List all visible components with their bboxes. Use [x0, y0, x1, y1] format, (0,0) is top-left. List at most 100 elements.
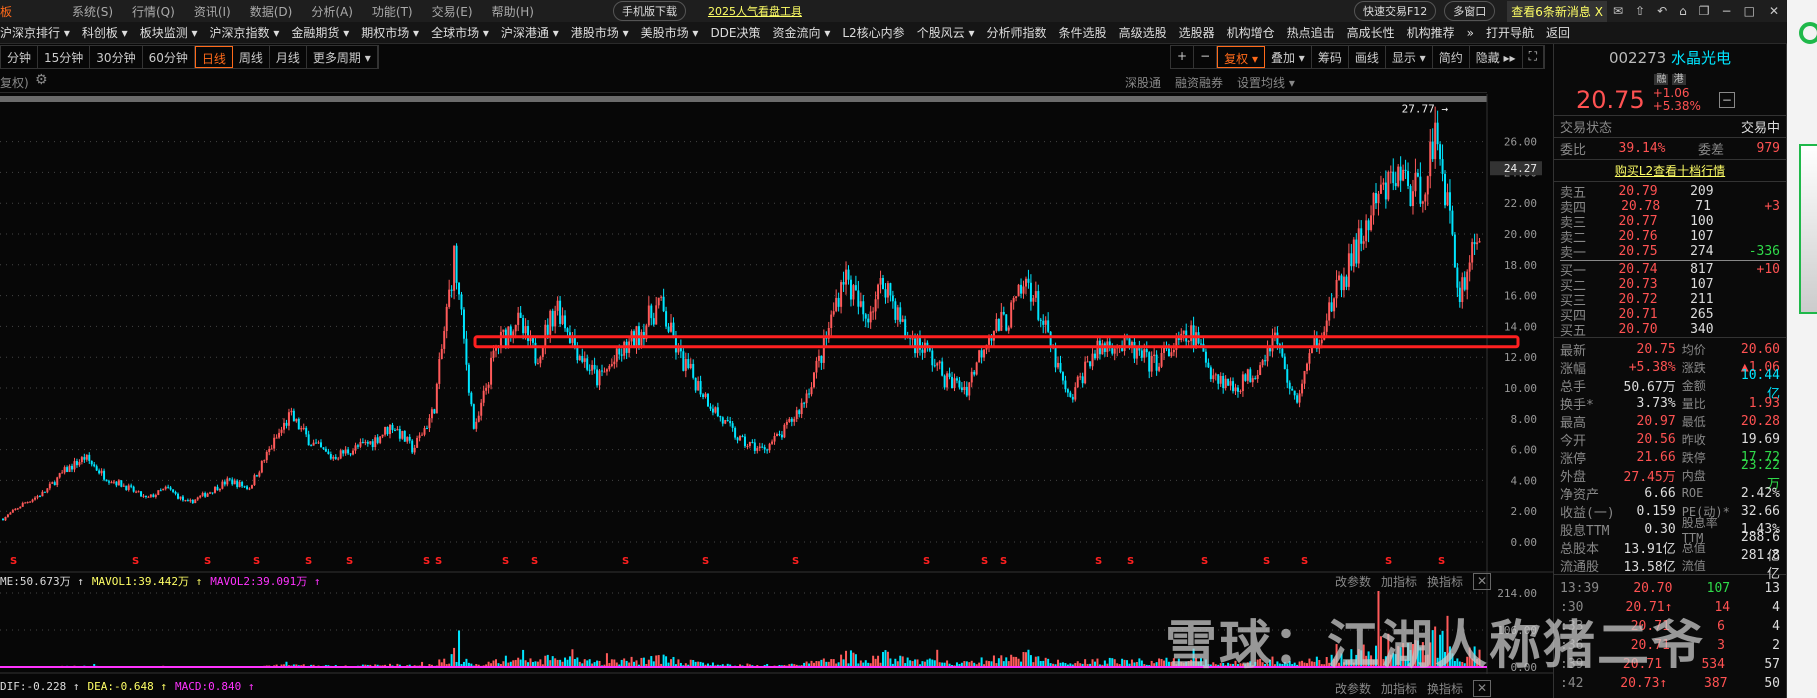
candle	[955, 376, 958, 384]
period-tab[interactable]: 更多周期 ▾	[307, 46, 378, 68]
chart-header-link[interactable]: 深股通	[1125, 74, 1161, 91]
news-notice[interactable]: 查看6条新消息 X	[1507, 0, 1607, 22]
restore-icon[interactable]: ❐	[1699, 4, 1710, 18]
nav-item[interactable]: 全球市场 ▾	[431, 24, 489, 41]
candle	[650, 303, 653, 326]
nav-item[interactable]: 期权市场 ▾	[361, 24, 419, 41]
nav-item[interactable]: 高级选股	[1119, 24, 1167, 41]
shirt-icon[interactable]: ⌂	[1679, 4, 1687, 18]
chart-tool-button[interactable]: ⛶	[1523, 46, 1544, 68]
edit-params-button[interactable]: 改参数	[1335, 573, 1371, 590]
nav-item[interactable]: 机构增仓	[1227, 24, 1275, 41]
edit-params-button[interactable]: 改参数	[1335, 680, 1371, 697]
mail-icon[interactable]: ✉	[1613, 4, 1623, 18]
collapse-button[interactable]: −	[1718, 92, 1735, 108]
chart-tool-button[interactable]: 显示 ▾	[1386, 46, 1433, 68]
app-icon[interactable]	[1799, 22, 1817, 44]
volume-bar	[640, 657, 643, 667]
signal-marker: S	[305, 556, 312, 567]
add-indicator-button[interactable]: 加指标	[1381, 573, 1417, 590]
nav-item[interactable]: 返回	[1546, 24, 1570, 41]
period-tab[interactable]: 月线	[270, 46, 307, 68]
candle	[34, 496, 37, 501]
nav-item[interactable]: 分析师指数	[987, 24, 1047, 41]
upload-icon[interactable]: ⇧	[1635, 4, 1645, 18]
kline-chart[interactable]: 26.0024.0022.0020.0018.0016.0014.0012.00…	[0, 94, 1553, 574]
period-tab[interactable]: 日线	[194, 46, 233, 68]
menu-item[interactable]: 功能(T)	[372, 3, 413, 20]
nav-item[interactable]: 板块监测 ▾	[140, 24, 198, 41]
close-icon[interactable]: ✕	[1769, 4, 1779, 18]
candle	[1360, 220, 1363, 252]
tick-field: 13:39	[1560, 581, 1600, 596]
switch-indicator-button[interactable]: 换指标	[1427, 680, 1463, 697]
nav-item[interactable]: 沪深港通 ▾	[501, 24, 559, 41]
period-tab[interactable]: 60分钟	[143, 46, 195, 68]
close-icon[interactable]: ✕	[1473, 680, 1492, 697]
nav-item[interactable]: 沪深京指数 ▾	[210, 24, 280, 41]
buy-l2-link[interactable]: 购买L2查看十档行情	[1615, 164, 1725, 178]
nav-item[interactable]: 沪深京排行 ▾	[0, 24, 70, 41]
nav-item[interactable]: 选股器	[1179, 24, 1215, 41]
nav-item[interactable]: 金融期货 ▾	[291, 24, 349, 41]
volume-bar	[1138, 658, 1141, 667]
menu-item[interactable]: 系统(S)	[72, 3, 113, 20]
nav-item[interactable]: 美股市场 ▾	[641, 24, 699, 41]
nav-item[interactable]: 港股市场 ▾	[571, 24, 629, 41]
menu-item[interactable]: 帮助(H)	[492, 3, 534, 20]
chart-tool-button[interactable]: 叠加 ▾	[1265, 46, 1312, 68]
nav-item[interactable]: 科创板 ▾	[82, 24, 128, 41]
promo-link[interactable]: 2025人气看盘工具	[708, 3, 802, 19]
nav-item[interactable]: 高成长性	[1347, 24, 1395, 41]
volume-bar	[894, 658, 897, 667]
quick-trade-button[interactable]: 快速交易F12	[1353, 1, 1437, 21]
menu-item[interactable]: 数据(D)	[250, 3, 293, 20]
menu-item[interactable]: 资讯(I)	[194, 3, 231, 20]
candle	[485, 383, 488, 395]
nav-item[interactable]: 个股风云 ▾	[917, 24, 975, 41]
nav-item[interactable]: »	[1467, 26, 1474, 40]
period-tab[interactable]: 30分钟	[90, 46, 143, 68]
switch-indicator-button[interactable]: 换指标	[1427, 573, 1463, 590]
chart-tool-button[interactable]: −	[1194, 46, 1218, 68]
chart-tool-button[interactable]: 画线	[1349, 46, 1386, 68]
candle	[460, 291, 463, 316]
add-indicator-button[interactable]: 加指标	[1381, 680, 1417, 697]
nav-item[interactable]: 热点追击	[1287, 24, 1335, 41]
candle	[1308, 348, 1311, 371]
nav-item[interactable]: 机构推荐	[1407, 24, 1455, 41]
period-tab[interactable]: 周线	[233, 46, 270, 68]
nav-item[interactable]: 资金流向 ▾	[773, 24, 831, 41]
multi-window-button[interactable]: 多窗口	[1444, 1, 1496, 21]
order-book-row: 卖四 20.78 71 +3	[1554, 199, 1786, 216]
close-icon[interactable]: ✕	[1473, 573, 1492, 590]
nav-item[interactable]: 条件选股	[1059, 24, 1107, 41]
maximize-icon[interactable]: □	[1744, 4, 1755, 18]
signal-marker: S	[1000, 556, 1007, 567]
chart-tool-button[interactable]: 筹码	[1312, 46, 1349, 68]
wb-label: 委比	[1560, 143, 1587, 158]
menu-item[interactable]: 行情(Q)	[132, 3, 175, 20]
chart-tool-button[interactable]: 简约	[1433, 46, 1470, 68]
menu-item[interactable]: 分析(A)	[311, 3, 353, 20]
candle	[583, 351, 586, 368]
nav-item[interactable]: 打开导航	[1486, 24, 1534, 41]
max-price-label: 27.77 →	[1402, 102, 1449, 115]
mobile-download-button[interactable]: 手机版下载	[612, 1, 686, 21]
gear-icon[interactable]: ⚙	[35, 72, 48, 88]
nav-item[interactable]: L2核心内参	[842, 24, 904, 41]
chart-header-link[interactable]: 设置均线 ▾	[1237, 74, 1295, 91]
minimize-icon[interactable]: −	[1722, 4, 1732, 18]
volume-bar	[559, 659, 562, 667]
period-tab[interactable]: 15分钟	[38, 46, 91, 68]
undo-icon[interactable]: ↶	[1657, 4, 1667, 18]
chart-header-link[interactable]: 融资融券	[1175, 74, 1223, 91]
chart-tool-button[interactable]: 隐藏 ▸▸	[1470, 46, 1523, 68]
chart-tool-button[interactable]: 复权 ▾	[1217, 46, 1265, 68]
candle	[652, 312, 655, 327]
period-tab[interactable]: 分钟	[1, 46, 39, 68]
chart-tool-button[interactable]: +	[1171, 46, 1195, 68]
menu-item[interactable]: 交易(E)	[432, 3, 473, 20]
candle	[329, 451, 332, 461]
nav-item[interactable]: DDE决策	[710, 24, 760, 41]
